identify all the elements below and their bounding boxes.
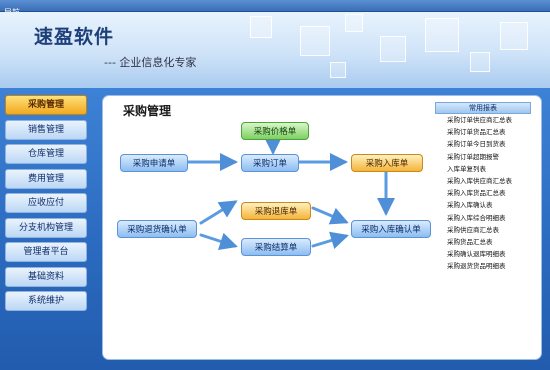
decor-square [330,62,346,78]
banner: 速盈软件 --- 企业信息化专家 [0,12,550,88]
decor-square [470,52,490,72]
node-purchase-inbound[interactable]: 采购入库单 [351,154,423,172]
node-price-list[interactable]: 采购价格单 [241,122,309,140]
node-inbound-confirm[interactable]: 采购入库确认单 [351,220,431,238]
sidebar-item-receivables[interactable]: 应收应付 [5,193,87,213]
decor-square [380,36,406,62]
report-list: 常用报表 采购订单供应商汇总表 采购订单货品汇总表 采购订单今日到货表 采购订单… [435,102,531,272]
report-item[interactable]: 采购退货货品明细表 [435,260,531,272]
report-item[interactable]: 采购确认退库明细表 [435,248,531,260]
report-item[interactable]: 入库单复列表 [435,163,531,175]
brand-slogan: --- 企业信息化专家 [104,56,197,69]
report-item[interactable]: 采购订单今日到货表 [435,138,531,150]
node-purchase-order[interactable]: 采购订单 [241,154,299,172]
sidebar-item-system[interactable]: 系统维护 [5,291,87,311]
node-purchase-settlement[interactable]: 采购结算单 [241,238,311,256]
report-item[interactable]: 采购订单货品汇总表 [435,126,531,138]
node-purchase-request[interactable]: 采购申请单 [120,154,188,172]
sidebar-item-expenses[interactable]: 费用管理 [5,168,87,189]
page-title: 采购管理 [123,104,172,118]
sidebar-item-warehouse[interactable]: 仓库管理 [5,144,87,164]
decor-square [345,14,363,32]
sidebar-item-sales[interactable]: 销售管理 [5,119,87,140]
report-item[interactable]: 采购订单供应商汇总表 [435,114,531,126]
node-return-confirm[interactable]: 采购退货确认单 [117,220,197,238]
sidebar-item-manager-platform[interactable]: 管理者平台 [5,242,87,262]
arrow-confirm-to-settlement [199,232,238,250]
arrow-settlement-to-inbound-confirm [311,231,349,249]
sidebar-item-branches[interactable]: 分支机构管理 [5,217,87,238]
window-title-bar: 导航 [0,0,550,17]
report-item[interactable]: 采购入库供应商汇总表 [435,175,531,187]
report-item[interactable]: 采购入库确认表 [435,199,531,211]
decor-square [250,16,272,38]
decor-square [425,18,459,52]
arrow-confirm-to-return [199,200,238,225]
sidebar-item-purchase[interactable]: 采购管理 [5,95,87,115]
report-item[interactable]: 采购入库货品汇总表 [435,187,531,199]
sidebar: 采购管理 销售管理 仓库管理 费用管理 应收应付 分支机构管理 管理者平台 基础… [5,95,87,316]
report-list-header: 常用报表 [435,102,531,114]
report-item[interactable]: 采购供应商汇总表 [435,224,531,236]
sidebar-item-basic-data[interactable]: 基础资料 [5,266,87,287]
report-item[interactable]: 采购入库综合明细表 [435,212,531,224]
arrow-return-to-inbound-confirm [311,206,349,225]
content-panel: 采购管理 采购价格单 采购申请单 采购订单 采购入库单 采购退货确认单 采购退库… [102,95,542,360]
report-item[interactable]: 采购订单超期报警 [435,151,531,163]
decor-square [500,22,528,50]
node-purchase-return[interactable]: 采购退库单 [241,202,311,220]
decor-square [300,26,330,56]
brand-name: 速盈软件 [34,26,115,48]
report-item[interactable]: 采购货品汇总表 [435,236,531,248]
